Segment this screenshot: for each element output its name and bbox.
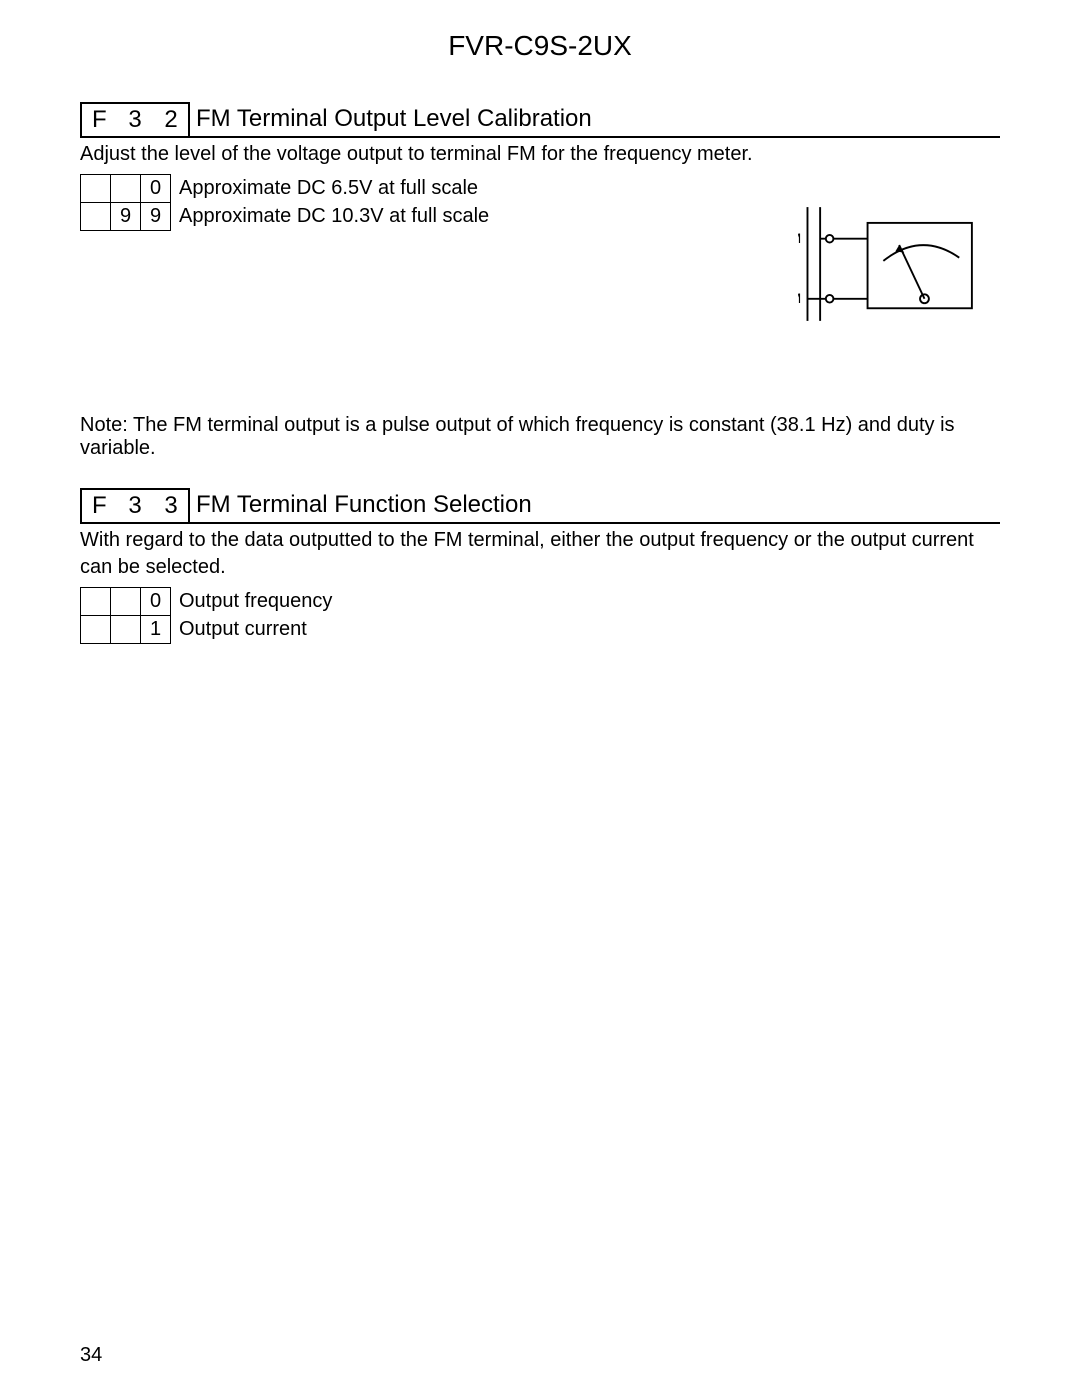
section-description: With regard to the data outputted to the… <box>80 527 1000 581</box>
table-cell <box>81 203 111 231</box>
table-cell: 1 <box>141 616 171 644</box>
code-digit-2: 2 <box>154 104 188 136</box>
function-code: F 3 3 <box>80 488 190 522</box>
table-label: Output frequency <box>171 588 341 616</box>
wiring-diagram: FM CM <box>798 174 1000 354</box>
section-f33: F 3 3 FM Terminal Function Selection Wit… <box>80 488 1000 644</box>
code-letter: F <box>82 104 116 136</box>
table-cell <box>81 175 111 203</box>
table-row: 9 9 Approximate DC 10.3V at full scale <box>81 203 498 231</box>
section-header: F 3 2 FM Terminal Output Level Calibrati… <box>80 102 1000 138</box>
table-row: 0 Approximate DC 6.5V at full scale <box>81 175 498 203</box>
table-row: 1 Output current <box>81 616 341 644</box>
table-cell: 9 <box>141 203 171 231</box>
table-cell: 9 <box>111 203 141 231</box>
table-label: Output current <box>171 616 341 644</box>
table-label: Approximate DC 6.5V at full scale <box>171 175 498 203</box>
code-letter: F <box>82 490 116 522</box>
table-cell <box>111 588 141 616</box>
section-title: FM Terminal Output Level Calibration <box>190 102 592 136</box>
table-cell: 0 <box>141 588 171 616</box>
terminal-fm-label: FM <box>798 230 801 246</box>
code-digit-1: 3 <box>116 490 154 522</box>
code-digit-1: 3 <box>116 104 154 136</box>
table-row: 0 Output frequency <box>81 588 341 616</box>
table-cell <box>81 616 111 644</box>
page-number: 34 <box>80 1344 102 1367</box>
section-description: Adjust the level of the voltage output t… <box>80 141 1000 168</box>
code-digit-2: 3 <box>154 490 188 522</box>
value-table: 0 Approximate DC 6.5V at full scale 9 9 … <box>80 174 498 231</box>
table-cell: 0 <box>141 175 171 203</box>
section-title: FM Terminal Function Selection <box>190 488 532 522</box>
table-cell <box>111 175 141 203</box>
terminal-cm-label: CM <box>798 290 801 306</box>
section-f32: F 3 2 FM Terminal Output Level Calibrati… <box>80 102 1000 460</box>
section-note: Note: The FM terminal output is a pulse … <box>80 414 1000 460</box>
value-table: 0 Output frequency 1 Output current <box>80 587 341 644</box>
function-code: F 3 2 <box>80 102 190 136</box>
table-cell <box>81 588 111 616</box>
table-cell <box>111 616 141 644</box>
section-header: F 3 3 FM Terminal Function Selection <box>80 488 1000 524</box>
page-title: FVR-C9S-2UX <box>80 30 1000 62</box>
table-label: Approximate DC 10.3V at full scale <box>171 203 498 231</box>
